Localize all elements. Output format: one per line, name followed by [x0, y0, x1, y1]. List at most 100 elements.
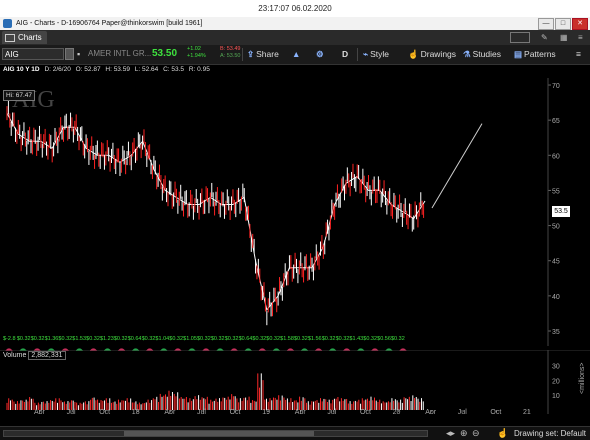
volume-axis-label: <millions>: [579, 362, 586, 394]
alert-icon: ▲: [292, 49, 301, 59]
link-icon[interactable]: ▦: [560, 32, 568, 43]
pin-icon[interactable]: ✎: [541, 32, 548, 43]
chart-symbol-label: AIG 10 Y 1D: [3, 66, 40, 73]
dividend-label: $0.32: [252, 336, 266, 342]
info-high: H: 53.59: [105, 66, 130, 73]
volume-tick-label: 30: [552, 363, 560, 370]
info-open: O: 52.87: [75, 66, 101, 73]
time-scrollbar[interactable]: [3, 430, 428, 437]
dividend-label: $0.32: [114, 336, 128, 342]
dividend-label: $0.32: [336, 336, 350, 342]
x-tick-label: Oct: [230, 409, 241, 414]
clock-text: 23:17:07 06.02.2020: [258, 4, 332, 13]
dividend-label: $0.32: [294, 336, 308, 342]
volume-tick-label: 10: [552, 393, 560, 400]
x-tick-label: Apr: [295, 409, 307, 414]
tab-bar: Charts ✎ ▦ ≡: [0, 30, 590, 45]
pointer-icon: ☝: [408, 49, 419, 59]
clock-bar: 23:17:07 06.02.2020: [0, 0, 590, 17]
drawings-label: Drawings: [420, 49, 457, 59]
dividend-label: $0.32: [31, 336, 45, 342]
y-tick-label: 35: [552, 329, 560, 336]
settings-button[interactable]: ⚙: [316, 48, 326, 60]
close-button[interactable]: ✕: [572, 18, 588, 30]
dividend-label: $1.43: [349, 336, 363, 342]
pan-arrows-icon[interactable]: ◂▸: [446, 428, 455, 439]
company-name: AMER INTL GR...: [88, 49, 152, 58]
dividend-label: $0.32: [391, 336, 405, 342]
menu-icon[interactable]: ≡: [576, 48, 581, 60]
volume-tick-label: 20: [552, 378, 560, 385]
minimize-button[interactable]: —: [538, 18, 554, 30]
link-chain-icon[interactable]: ▪: [77, 48, 80, 60]
symbol-dropdown[interactable]: [65, 48, 74, 60]
scrollbar-thumb[interactable]: [124, 431, 314, 436]
last-price: 53.50: [152, 48, 178, 59]
volume-chart[interactable]: 10 20 30 <millions> Apr Jul Oct 18 Apr Jul Oct 19 Ap…: [0, 350, 590, 414]
info-range: R: 0.95: [188, 66, 210, 73]
studies-button[interactable]: ⚗ Studies: [463, 48, 501, 60]
tab-charts[interactable]: Charts: [2, 31, 47, 44]
dividend-label: $0.32: [142, 336, 156, 342]
x-tick-label: Apr: [425, 409, 437, 414]
x-tick-label: Oct: [490, 409, 501, 414]
price-alert-button[interactable]: ▲: [292, 48, 302, 60]
change-value: +1.02: [187, 46, 201, 52]
x-tick-label: Oct: [360, 409, 371, 414]
dividend-label: $1.36: [45, 336, 59, 342]
maximize-button[interactable]: □: [555, 18, 571, 30]
y-tick-label: 60: [552, 153, 560, 160]
dividend-label: $1.23: [100, 336, 114, 342]
dividend-label: $0.32: [363, 336, 377, 342]
y-tick-label: 40: [552, 294, 560, 301]
drawings-button[interactable]: ☝ Drawings: [408, 48, 456, 60]
tab-charts-label: Charts: [18, 33, 42, 42]
x-tick-label: 21: [523, 409, 531, 414]
y-tick-label: 70: [552, 83, 560, 90]
trend-line: [431, 123, 483, 209]
patterns-button[interactable]: ▤ Patterns: [514, 48, 556, 60]
bid-ask: B: 53.49 A: 53.50: [220, 46, 241, 60]
ohlc-info-bar: AIG 10 Y 1D D: 2/6/20 O: 52.87 H: 53.59 …: [0, 65, 590, 75]
toolbar-divider: [357, 48, 358, 61]
gear-icon: ⚙: [316, 49, 324, 59]
style-label: Style: [370, 49, 390, 59]
net-change: +1.02 +1.94%: [187, 46, 206, 60]
price-chart[interactable]: 3540455055606570$-2.8 $0.32 $0.32 $1.36 $0.3…: [0, 76, 590, 351]
bid-price: B: 53.49: [220, 46, 241, 52]
x-tick-label: Apr: [34, 409, 46, 414]
x-tick-label: Apr: [164, 409, 176, 414]
dividend-label: $-2.8: [3, 336, 16, 342]
info-low: L: 52.64: [134, 66, 159, 73]
charts-window: AIG - Charts - D-16906764 Paper@thinkors…: [0, 17, 590, 440]
layout-button[interactable]: [510, 32, 530, 43]
dividend-label: $0.32: [211, 336, 225, 342]
dividend-label: $1.05: [183, 336, 197, 342]
y-tick-label: 50: [552, 224, 560, 231]
patterns-label: Patterns: [524, 49, 556, 59]
status-bar: ◂▸ ⊕ ⊖ ☝ Drawing set: Default: [0, 426, 590, 440]
studies-label: Studies: [472, 49, 501, 59]
y-tick-label: 45: [552, 259, 560, 266]
share-button[interactable]: ⇪ Share: [247, 48, 279, 60]
x-tick-label: Jul: [197, 409, 206, 414]
crosshair-icon[interactable]: ⊕: [460, 428, 468, 439]
drawing-set-label: Drawing set: Default: [513, 429, 586, 438]
hand-icon[interactable]: ☝: [497, 428, 508, 439]
dividend-label: $0.32: [266, 336, 280, 342]
period-button[interactable]: D: [342, 48, 348, 60]
zoom-icon[interactable]: ⊖: [472, 428, 480, 439]
x-tick-label: Jul: [458, 409, 467, 414]
symbol-input[interactable]: AIG: [2, 48, 64, 60]
ask-price: A: 53.50: [220, 53, 241, 59]
window-titlebar: AIG - Charts - D-16906764 Paper@thinkors…: [0, 17, 590, 30]
menu-icon[interactable]: ≡: [578, 32, 583, 43]
style-button[interactable]: ⌁ Style: [363, 48, 389, 60]
price-line: [6, 112, 426, 312]
dividend-label: $0.64: [239, 336, 253, 342]
info-date: D: 2/6/20: [44, 66, 71, 73]
dividend-label: $0.32: [169, 336, 183, 342]
x-tick-label: Jul: [327, 409, 336, 414]
flask-icon: ⚗: [463, 49, 471, 59]
dividend-label: $0.64: [128, 336, 142, 342]
